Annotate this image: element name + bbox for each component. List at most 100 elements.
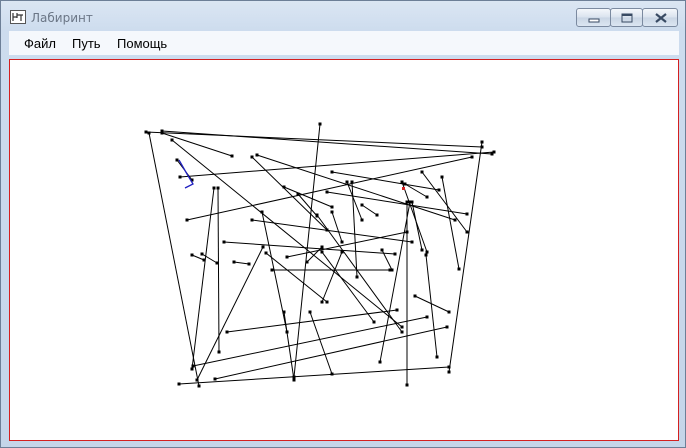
maze-node (447, 310, 451, 314)
maze-node (320, 245, 324, 249)
maze-node (345, 180, 349, 184)
maze-node (445, 325, 449, 329)
maze-node (190, 367, 194, 371)
menu-path[interactable]: Путь (72, 36, 101, 51)
maze-node (190, 253, 194, 257)
maze-node (330, 170, 334, 174)
maze-node (270, 268, 274, 272)
window-title: Лабиринт (31, 11, 93, 25)
maze-wall (191, 254, 205, 261)
maze-node (405, 230, 409, 234)
maze-node (320, 250, 324, 254)
maze-node (255, 153, 259, 157)
maze-node (250, 218, 254, 222)
title-bar[interactable]: Лабиринт (1, 1, 685, 31)
maze-canvas[interactable] (9, 59, 679, 441)
maze-wall (448, 141, 483, 373)
maze-node (400, 180, 404, 184)
maze-wall (178, 366, 450, 385)
menu-bar: Файл Путь Помощь (9, 31, 679, 55)
maze-node (144, 130, 148, 134)
maze-node (420, 170, 424, 174)
maze-wall (309, 311, 333, 375)
maze-wall (346, 181, 363, 221)
menu-file[interactable]: Файл (24, 36, 56, 51)
app-icon (10, 10, 26, 24)
maze-node (425, 315, 429, 319)
maze-node (410, 200, 414, 204)
maze-node (330, 205, 334, 209)
maze-node (292, 378, 296, 382)
maze-node (292, 375, 296, 379)
maze-wall (441, 176, 460, 270)
maze-node (470, 155, 474, 159)
maze-node (191, 364, 195, 368)
maze-node (217, 350, 221, 354)
maze-wall (361, 204, 378, 216)
maze-node (420, 248, 424, 252)
menu-help[interactable]: Помощь (117, 36, 167, 51)
maze-wall (321, 251, 343, 303)
maze-node (264, 251, 268, 255)
maze-node (170, 138, 174, 142)
maze-node (216, 186, 220, 190)
maze-node (447, 370, 451, 374)
maze-node (457, 267, 461, 271)
close-button[interactable] (642, 8, 678, 27)
maze-wall (421, 171, 468, 233)
maze-node (282, 185, 286, 189)
maze-node (308, 310, 312, 314)
maze-node (480, 145, 484, 149)
maze-node (440, 175, 444, 179)
maze-node (320, 300, 324, 304)
maze-wall (326, 191, 468, 215)
maze-wall (196, 246, 264, 381)
maze-node (360, 203, 364, 207)
maze-node (285, 255, 289, 259)
maze-node (296, 192, 300, 196)
maze-drawing (144, 122, 496, 388)
maze-node (400, 330, 404, 334)
maze-node (453, 218, 457, 222)
maze-node (424, 253, 428, 257)
maze-node (147, 131, 151, 135)
maze-wall (379, 201, 411, 363)
maze-node (325, 300, 329, 304)
maze-node (250, 155, 254, 159)
maze-wall (233, 261, 250, 265)
maze-wall (251, 219, 413, 243)
maze-node (340, 250, 344, 254)
maze-wall (192, 316, 428, 367)
maze-node (360, 218, 364, 222)
maze-node (405, 200, 409, 204)
minimize-button[interactable] (576, 8, 611, 27)
maze-node (380, 248, 384, 252)
maze-node (215, 261, 219, 265)
maze-node (425, 250, 429, 254)
maze-node (222, 240, 226, 244)
maze-node (330, 372, 334, 376)
maze-node (465, 212, 469, 216)
maze-node (480, 140, 484, 144)
maze-node (437, 188, 441, 192)
maze-node (372, 320, 376, 324)
maze-node (160, 131, 164, 135)
minimize-icon (588, 18, 600, 23)
maze-node (202, 258, 206, 262)
maze-node (393, 252, 397, 256)
maze-node (400, 325, 404, 329)
maze-wall (161, 130, 493, 155)
maze-wall (283, 311, 295, 381)
maximize-icon (621, 13, 633, 23)
maze-node (492, 150, 496, 154)
maze-node (178, 175, 182, 179)
maze-node (282, 310, 286, 314)
maze-node (225, 330, 229, 334)
maximize-button[interactable] (610, 8, 643, 27)
maze-wall (161, 132, 233, 157)
goal-marker (402, 187, 405, 190)
app-window: Лабиринт Файл Путь Помощь (0, 0, 686, 448)
maze-node (405, 383, 409, 387)
maze-node (447, 365, 451, 369)
maze-node (315, 214, 319, 218)
